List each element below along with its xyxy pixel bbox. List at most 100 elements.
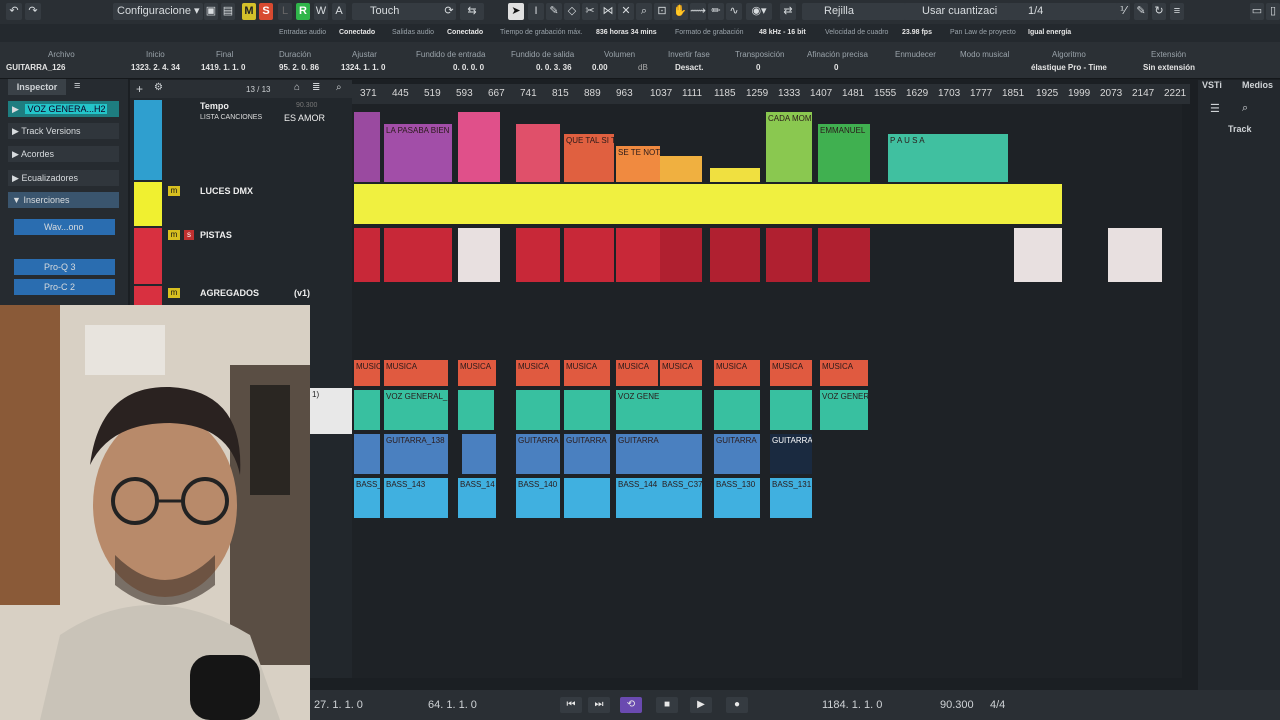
bass-clip[interactable]: BASS_140 (516, 478, 560, 518)
voz-clip[interactable] (354, 390, 380, 430)
bass-clip[interactable]: BASS_13 (354, 478, 380, 518)
arranger-clip[interactable]: P A U S A (888, 134, 1008, 182)
insert-slot-1[interactable]: Wav...ono (14, 219, 115, 235)
redo-icon[interactable]: ↷ (25, 3, 41, 20)
medios-tab[interactable]: Medios (1242, 80, 1273, 90)
quantize-apply-icon[interactable]: ⅟ (1116, 3, 1130, 20)
audio-clip[interactable] (458, 228, 500, 282)
search-icon[interactable]: ⌕ (1242, 102, 1248, 115)
afinacion-value[interactable]: 0 (834, 63, 838, 72)
arranger-clip[interactable] (710, 168, 760, 182)
listen-button[interactable]: L (278, 3, 292, 20)
audio-clip[interactable] (616, 228, 660, 282)
musica-clip[interactable]: MUSICA (770, 360, 812, 386)
guitarra-clip[interactable] (354, 434, 380, 474)
arranger-clip[interactable] (660, 156, 702, 182)
solo-button[interactable]: S (259, 3, 273, 20)
volumen-value[interactable]: 0.00 (592, 63, 608, 72)
line-tool-icon[interactable]: ∿ (726, 3, 742, 20)
lista-canciones-label[interactable]: LISTA CANCIONES (200, 114, 262, 121)
arranger-clip[interactable] (458, 112, 500, 182)
split-tool-icon[interactable]: ✂ (582, 3, 598, 20)
mute-tool-icon[interactable]: ✕ (618, 3, 634, 20)
musica-clip[interactable]: MUSICA (384, 360, 448, 386)
audio-clip[interactable] (1014, 228, 1062, 282)
fadeout-value[interactable]: 0. 0. 3. 36 (536, 63, 572, 72)
musica-clip[interactable]: MUSICA (820, 360, 868, 386)
zoom-tool-icon[interactable]: ⌕ (636, 3, 652, 20)
guitarra-clip[interactable]: GUITARRA_138 (384, 434, 448, 474)
insert-slot-2[interactable]: Pro-Q 3 (14, 259, 115, 275)
pencil-tool-icon[interactable]: ✎ (546, 3, 562, 20)
insert-slot-3[interactable]: Pro-C 2 (14, 279, 115, 295)
write-automation-button[interactable]: W (314, 3, 328, 20)
archivo-value[interactable]: GUITARRA_126 (6, 63, 65, 72)
window-layout-icon[interactable]: ▭ (1250, 3, 1264, 20)
list-icon[interactable]: ≡ (1170, 3, 1184, 20)
voz-clip[interactable] (714, 390, 760, 430)
musica-clip[interactable]: MUSICA (564, 360, 610, 386)
luces-track-name[interactable]: LUCES DMX (200, 186, 253, 196)
layout-icon[interactable]: ▤ (221, 3, 235, 20)
guitarra-clip[interactable]: GUITARRA (564, 434, 610, 474)
inspector-section-track-versions[interactable]: ▶ Track Versions (8, 123, 119, 139)
range-tool-icon[interactable]: I (528, 3, 544, 20)
inspector-section-inserciones[interactable]: ▼ Inserciones (8, 192, 119, 208)
extension-value[interactable]: Sin extensión (1143, 63, 1195, 72)
audio-clip[interactable] (354, 228, 380, 282)
musica-clip[interactable]: MUSICA (458, 360, 496, 386)
musica-clip[interactable]: MUSICA (516, 360, 560, 386)
hand-tool-icon[interactable]: ✋ (672, 3, 688, 20)
inspector-track-name[interactable]: ▶ VOZ GENERA...H2 (8, 101, 119, 117)
timewarp-tool-icon[interactable]: ⟿ (690, 3, 706, 20)
refresh-icon[interactable]: ↻ (1152, 3, 1166, 20)
arranger-clip[interactable]: LA PASABA BIEN (384, 124, 452, 182)
fase-value[interactable]: Desact. (675, 63, 703, 72)
go-end-icon[interactable]: ⏭ (588, 697, 610, 713)
voz-clip[interactable] (516, 390, 560, 430)
bass-clip[interactable]: BASS_14 (458, 478, 496, 518)
arranger-clip[interactable]: QUE TAL SI T (564, 134, 614, 182)
voz-clip[interactable]: VOZ GENERAL_1 (384, 390, 448, 430)
duracion-value[interactable]: 95. 2. 0. 86 (279, 63, 319, 72)
tempo-track-name[interactable]: Tempo (200, 101, 229, 111)
audio-clip[interactable] (384, 228, 452, 282)
snap-icon[interactable]: ⇄ (780, 3, 796, 20)
erase-tool-icon[interactable]: ◇ (564, 3, 580, 20)
marker-value[interactable]: ES AMOR (284, 113, 325, 123)
window-icon[interactable]: ▣ (204, 3, 218, 20)
audio-clip[interactable] (660, 228, 702, 282)
musica-clip[interactable]: MUSICA (616, 360, 658, 386)
cycle-icon[interactable]: ⟲ (620, 697, 642, 713)
settings-icon[interactable]: ☰ (1210, 102, 1220, 115)
musica-clip[interactable]: MUSICA (354, 360, 380, 386)
track-preset-icon[interactable]: ⚙ (154, 82, 163, 93)
panel-icon[interactable]: ▯ (1266, 3, 1280, 20)
audio-clip[interactable] (818, 228, 870, 282)
quantize-dropdown[interactable]: Usar cuantizaci (904, 3, 1020, 20)
position-display-1[interactable]: 64. 1. 1. 0 (428, 699, 477, 711)
bass-clip[interactable] (564, 478, 610, 518)
undo-icon[interactable]: ↶ (6, 3, 22, 20)
luces-dmx-clip[interactable] (354, 184, 1062, 224)
comp-tool-icon[interactable]: ⊡ (654, 3, 670, 20)
guitarra-clip[interactable] (660, 434, 702, 474)
audio-clip[interactable] (710, 228, 760, 282)
arranger-clip[interactable]: CADA MOM (766, 112, 812, 182)
bass-clip[interactable]: BASS_143 (384, 478, 448, 518)
voz-clip[interactable]: VOZ GENER (820, 390, 868, 430)
vsti-tab[interactable]: VSTi (1202, 80, 1222, 90)
arranger-clip[interactable] (516, 124, 560, 182)
play-icon[interactable]: ▶ (690, 697, 712, 713)
voz-clip[interactable] (564, 390, 610, 430)
fadein-value[interactable]: 0. 0. 0. 0 (453, 63, 484, 72)
audio-clip[interactable] (1108, 228, 1162, 282)
algoritmo-value[interactable]: élastique Pro - Time (1031, 63, 1107, 72)
inspector-tab[interactable]: Inspector (8, 79, 66, 95)
snap-type-dropdown[interactable]: Rejilla (802, 3, 920, 20)
timeline-ruler[interactable]: 371 445 519 593 667 741 815 889 963 1037… (352, 84, 1190, 104)
audio-clip[interactable] (516, 228, 560, 282)
loop-icon[interactable]: ⟳ (442, 3, 456, 20)
signature-display[interactable]: 4/4 (990, 699, 1005, 711)
bass-clip[interactable]: BASS_C37 (660, 478, 702, 518)
